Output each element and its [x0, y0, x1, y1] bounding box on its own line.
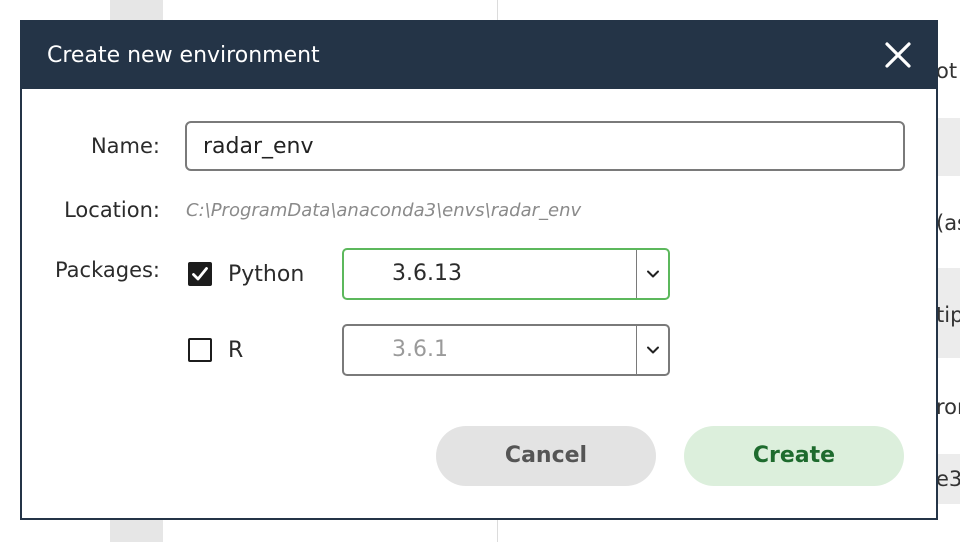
select-divider [636, 250, 637, 298]
r-version-select[interactable]: 3.6.1 [342, 324, 670, 376]
close-icon [885, 42, 911, 68]
create-button[interactable]: Create [684, 426, 904, 486]
chevron-down-icon [647, 270, 659, 278]
create-environment-dialog: Create new environment Name: Location: C… [20, 20, 938, 520]
python-checkbox[interactable] [188, 262, 212, 286]
background-row: e3 [938, 454, 960, 504]
name-label: Name: [90, 134, 160, 158]
r-label: R [228, 338, 244, 363]
background-row: (as [938, 211, 960, 235]
chevron-down-icon [647, 346, 659, 354]
background-row: ror [938, 395, 960, 419]
cancel-button[interactable]: Cancel [436, 426, 656, 486]
location-label: Location: [64, 198, 160, 222]
dialog-title: Create new environment [47, 43, 320, 68]
python-label: Python [228, 262, 305, 287]
close-button[interactable] [882, 39, 914, 71]
python-version-value: 3.6.13 [392, 261, 462, 286]
checkmark-icon [192, 267, 208, 281]
location-path: C:\ProgramData\anaconda3\envs\radar_env [186, 200, 582, 221]
name-input[interactable] [185, 121, 905, 171]
background-row: tip [938, 268, 960, 358]
background-row [938, 118, 960, 176]
dialog-header: Create new environment [22, 22, 936, 89]
python-version-select[interactable]: 3.6.13 [342, 248, 670, 300]
r-checkbox[interactable] [188, 338, 212, 362]
r-version-value: 3.6.1 [392, 337, 448, 362]
background-row: ot [938, 59, 958, 83]
select-divider [636, 326, 637, 374]
packages-label: Packages: [54, 258, 160, 282]
